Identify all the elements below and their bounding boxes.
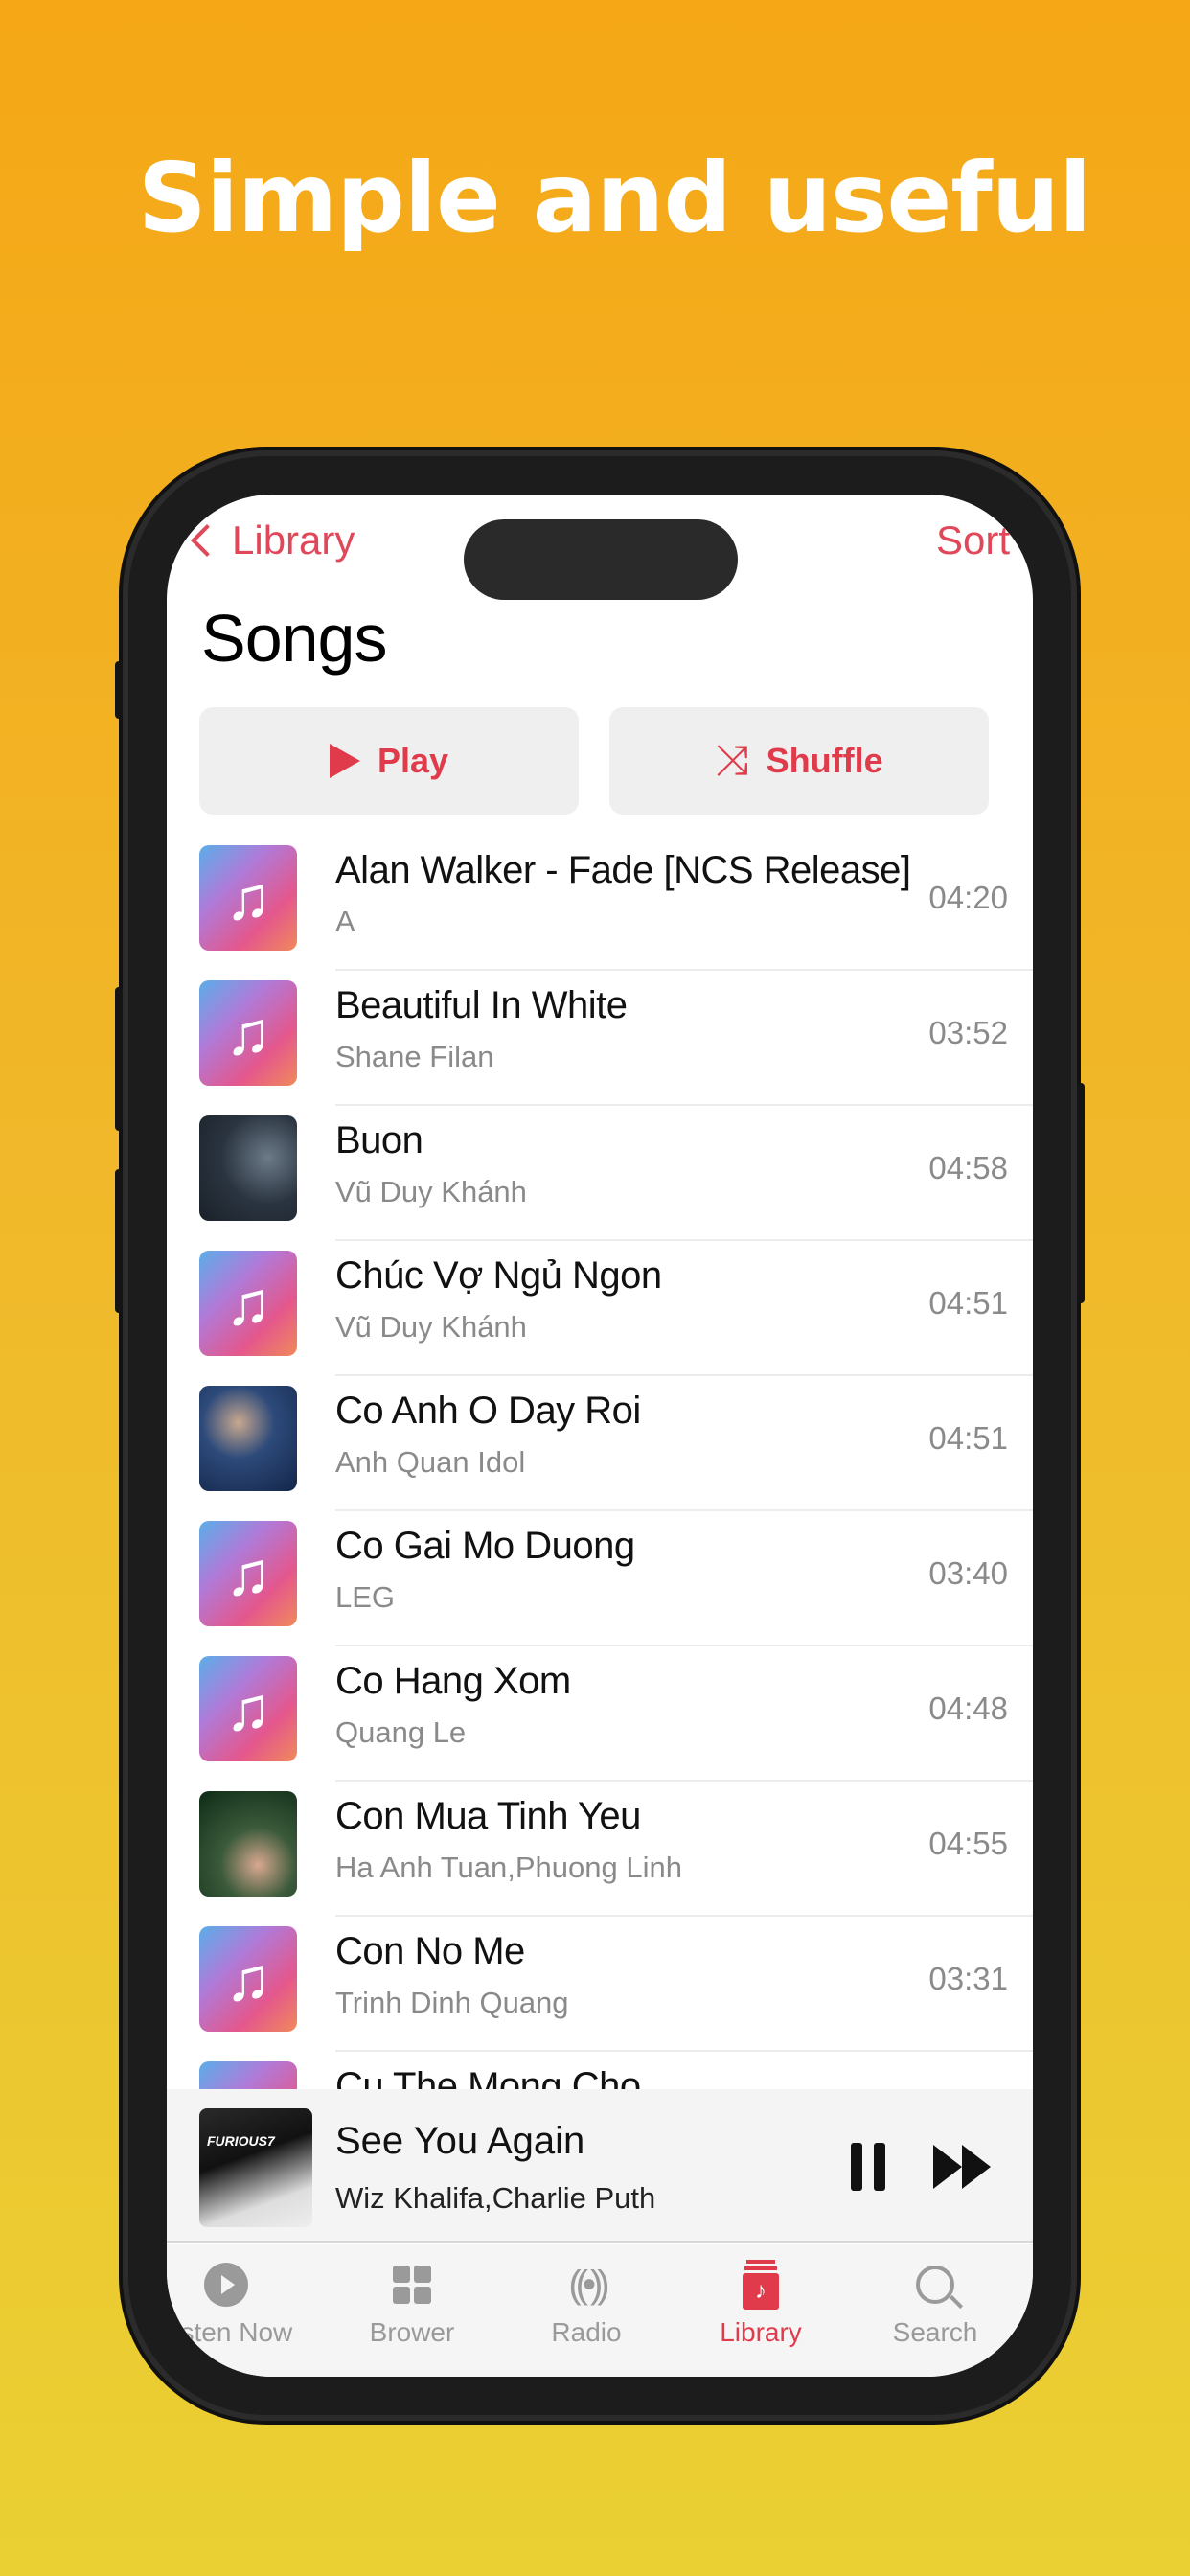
volume-down-button xyxy=(115,1169,123,1313)
tab-listen-now[interactable]: Listen Now xyxy=(167,2256,312,2348)
artwork-text: FURIOUS7 xyxy=(207,2133,275,2149)
song-artist: Trinh Dinh Quang xyxy=(335,1986,569,2019)
song-artist: Vũ Duy Khánh xyxy=(335,1310,527,1344)
play-circle-icon xyxy=(204,2263,248,2307)
song-artwork: ♫ xyxy=(199,1656,297,1761)
song-artwork xyxy=(199,1386,297,1491)
song-title: Co Anh O Day Roi xyxy=(335,1390,641,1432)
song-row[interactable]: Co Anh O Day Roi Anh Quan Idol 04:51 xyxy=(167,1376,1033,1511)
play-button[interactable]: Play xyxy=(199,707,579,815)
search-icon xyxy=(916,2266,954,2304)
song-artist: Vũ Duy Khánh xyxy=(335,1175,527,1208)
song-row[interactable]: ♫ Con No Me Trinh Dinh Quang 03:31 xyxy=(167,1917,1033,2052)
song-artwork xyxy=(199,1116,297,1221)
app-screen: Library Sort Songs Play ⤨ Shuffle ♫ Alan … xyxy=(167,494,1033,2377)
song-title: Alan Walker - Fade [NCS Release] xyxy=(335,849,911,891)
song-duration: 03:31 xyxy=(928,1961,1008,1996)
fast-forward-icon[interactable] xyxy=(933,2145,991,2189)
radio-waves-icon: ((•)) xyxy=(568,2263,609,2306)
tab-library[interactable]: ♪ Library xyxy=(675,2256,847,2348)
shuffle-label: Shuffle xyxy=(766,741,883,780)
song-title: Con No Me xyxy=(335,1930,525,1972)
dynamic-island xyxy=(464,519,738,600)
song-row[interactable]: ♫ Co Hang Xom Quang Le 04:48 xyxy=(167,1646,1033,1782)
tab-browse[interactable]: Brower xyxy=(326,2256,498,2348)
song-row[interactable]: Con Mua Tinh Yeu Ha Anh Tuan,Phuong Linh 0… xyxy=(167,1782,1033,1917)
song-title: Con Mua Tinh Yeu xyxy=(335,1795,641,1837)
promo-headline: Simple and useful xyxy=(137,142,1092,254)
tab-label: Radio xyxy=(551,2317,622,2347)
now-playing-title: See You Again xyxy=(335,2120,585,2162)
song-artist: LEG xyxy=(335,1580,396,1614)
song-artist: Anh Quan Idol xyxy=(335,1445,526,1479)
song-artist: Quang Le xyxy=(335,1715,467,1749)
song-duration: 04:51 xyxy=(928,1420,1008,1456)
music-note-icon: ♫ xyxy=(225,1539,271,1608)
power-button xyxy=(1077,1083,1085,1303)
song-row[interactable]: Buon Vũ Duy Khánh 04:58 xyxy=(167,1106,1033,1241)
song-artist: Shane Filan xyxy=(335,1040,494,1073)
song-title: Chúc Vợ Ngủ Ngon xyxy=(335,1254,662,1297)
song-title: Beautiful In White xyxy=(335,984,628,1026)
shuffle-icon: ⤨ xyxy=(715,737,749,784)
shuffle-button[interactable]: ⤨ Shuffle xyxy=(609,707,989,815)
song-title: Buon xyxy=(335,1119,423,1162)
tab-search[interactable]: Search xyxy=(849,2256,1021,2348)
song-artwork: ♫ xyxy=(199,980,297,1086)
song-duration: 03:52 xyxy=(928,1015,1008,1050)
song-row[interactable]: ♫ Alan Walker - Fade [NCS Release] A 04:20 xyxy=(167,836,1033,971)
play-label: Play xyxy=(377,741,449,780)
back-button[interactable]: Library xyxy=(188,518,355,564)
sort-button[interactable]: Sort xyxy=(936,518,1010,564)
song-list[interactable]: ♫ Alan Walker - Fade [NCS Release] A 04:20 ♫… xyxy=(167,836,1033,2187)
tab-radio[interactable]: ((•)) Radio xyxy=(500,2256,673,2348)
music-note-icon: ♫ xyxy=(225,1269,271,1338)
tab-label: Search xyxy=(892,2317,978,2347)
song-duration: 04:20 xyxy=(928,880,1008,915)
music-note-icon: ♫ xyxy=(225,1944,271,2013)
song-row[interactable]: ♫ Chúc Vợ Ngủ Ngon Vũ Duy Khánh 04:51 xyxy=(167,1241,1033,1376)
music-note-icon: ♫ xyxy=(225,1674,271,1743)
song-duration: 04:48 xyxy=(928,1690,1008,1726)
chevron-left-icon xyxy=(191,524,223,557)
back-label: Library xyxy=(232,518,355,563)
grid-icon xyxy=(393,2266,431,2304)
tab-label: Brower xyxy=(369,2317,455,2347)
page-title: Songs xyxy=(201,601,387,676)
song-artwork: ♫ xyxy=(199,1521,297,1626)
song-title: Co Hang Xom xyxy=(335,1660,571,1702)
volume-up-button xyxy=(115,987,123,1131)
mini-player[interactable]: FURIOUS7 See You Again Wiz Khalifa,Charl… xyxy=(167,2089,1033,2242)
song-artist: A xyxy=(335,905,355,938)
song-duration: 04:55 xyxy=(928,1826,1008,1861)
song-row[interactable]: ♫ Co Gai Mo Duong LEG 03:40 xyxy=(167,1511,1033,1646)
song-artwork: ♫ xyxy=(199,1926,297,2032)
tab-bar: Listen Now Brower ((•)) Radio ♪ Library … xyxy=(167,2244,1033,2377)
library-icon: ♪ xyxy=(743,2260,779,2310)
song-artist: Ha Anh Tuan,Phuong Linh xyxy=(335,1851,682,1884)
action-button xyxy=(115,661,123,719)
song-row[interactable]: ♫ Beautiful In White Shane Filan 03:52 xyxy=(167,971,1033,1106)
song-artwork: ♫ xyxy=(199,845,297,951)
song-duration: 03:40 xyxy=(928,1555,1008,1591)
pause-icon[interactable] xyxy=(849,2143,887,2191)
music-note-icon: ♫ xyxy=(225,999,271,1068)
tab-label: Listen Now xyxy=(167,2317,293,2347)
now-playing-artist: Wiz Khalifa,Charlie Puth xyxy=(335,2181,656,2215)
tab-label: Library xyxy=(720,2317,802,2347)
song-artwork xyxy=(199,1791,297,1897)
now-playing-artwork: FURIOUS7 xyxy=(199,2108,312,2227)
phone-frame: Library Sort Songs Play ⤨ Shuffle ♫ Alan … xyxy=(115,450,1085,2421)
song-duration: 04:58 xyxy=(928,1150,1008,1185)
song-title: Co Gai Mo Duong xyxy=(335,1525,635,1567)
song-duration: 04:51 xyxy=(928,1285,1008,1321)
song-artwork: ♫ xyxy=(199,1251,297,1356)
music-note-icon: ♫ xyxy=(225,863,271,932)
play-icon xyxy=(329,744,360,778)
